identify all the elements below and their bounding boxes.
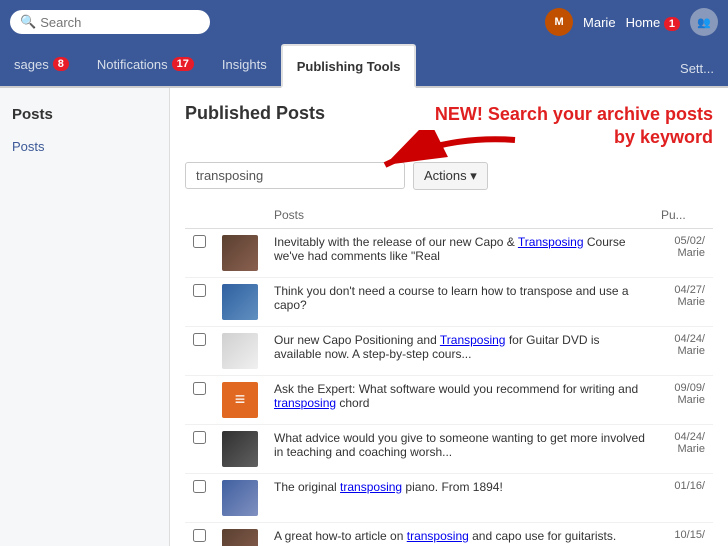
table-row: Think you don't need a course to learn h… <box>185 277 713 326</box>
post-checkbox[interactable] <box>193 284 206 297</box>
post-thumbnail: ≡ <box>222 382 258 418</box>
post-author: Marie <box>661 345 705 357</box>
post-text-cell: A great how-to article on transposing an… <box>266 522 653 546</box>
post-date: 04/27/ <box>661 284 705 296</box>
home-badge: 1 <box>664 17 680 31</box>
post-thumbnail <box>222 480 258 516</box>
post-date-cell: 05/02/Marie <box>653 228 713 277</box>
col-posts: Posts <box>266 202 653 229</box>
post-text-cell: Our new Capo Positioning and Transposing… <box>266 326 653 375</box>
post-date-cell: 04/24/Marie <box>653 326 713 375</box>
home-link[interactable]: Home 1 <box>626 15 680 30</box>
tab-publishing-tools[interactable]: Publishing Tools <box>281 44 417 88</box>
post-date: 04/24/ <box>661 333 705 345</box>
post-checkbox[interactable] <box>193 529 206 542</box>
tab-insights[interactable]: Insights <box>208 42 281 86</box>
post-date-cell: 10/15/ <box>653 522 713 546</box>
post-text-cell: The original transposing piano. From 189… <box>266 473 653 522</box>
post-date-cell: 09/09/Marie <box>653 375 713 424</box>
table-row: What advice would you give to someone wa… <box>185 424 713 473</box>
post-author: Marie <box>661 247 705 259</box>
post-date: 01/16/ <box>661 480 705 492</box>
main-layout: Posts Posts Published Posts NEW! Search … <box>0 88 728 546</box>
col-published: Pu... <box>653 202 713 229</box>
post-link[interactable]: transposing <box>274 396 336 410</box>
tab-messages[interactable]: sages 8 <box>0 42 83 86</box>
tab-notifications[interactable]: Notifications 17 <box>83 42 208 86</box>
table-row: A great how-to article on transposing an… <box>185 522 713 546</box>
published-posts-title: Published Posts <box>185 103 325 124</box>
post-checkbox[interactable] <box>193 480 206 493</box>
notifications-badge: 17 <box>172 57 194 71</box>
post-date-cell: 04/27/Marie <box>653 277 713 326</box>
post-thumbnail <box>222 529 258 546</box>
post-author: Marie <box>661 443 705 455</box>
post-date: 10/15/ <box>661 529 705 541</box>
table-row: The original transposing piano. From 189… <box>185 473 713 522</box>
search-input[interactable] <box>40 15 200 30</box>
post-checkbox[interactable] <box>193 382 206 395</box>
search-icon: 🔍 <box>20 14 36 30</box>
actions-button[interactable]: Actions ▾ <box>413 162 488 190</box>
table-row: ≡Ask the Expert: What software would you… <box>185 375 713 424</box>
sidebar-item-posts[interactable]: Posts <box>0 131 169 162</box>
post-text-cell: Inevitably with the release of our new C… <box>266 228 653 277</box>
sidebar: Posts Posts <box>0 88 170 546</box>
friend-requests-icon[interactable]: 👥 <box>690 8 718 36</box>
post-author: Marie <box>661 394 705 406</box>
post-checkbox[interactable] <box>193 235 206 248</box>
search-row: Actions ▾ <box>185 162 713 190</box>
post-text-cell: Ask the Expert: What software would you … <box>266 375 653 424</box>
keyword-search-input[interactable] <box>185 162 405 189</box>
content-area: Published Posts NEW! Search your archive… <box>170 88 728 546</box>
search-bar[interactable]: 🔍 <box>10 10 210 34</box>
table-row: Our new Capo Positioning and Transposing… <box>185 326 713 375</box>
messages-badge: 8 <box>53 57 69 71</box>
post-text-cell: What advice would you give to someone wa… <box>266 424 653 473</box>
nav-tabs: sages 8 Notifications 17 Insights Publis… <box>0 44 728 88</box>
post-checkbox[interactable] <box>193 431 206 444</box>
post-thumbnail <box>222 333 258 369</box>
posts-table: Posts Pu... Inevitably with the release … <box>185 202 713 546</box>
post-date: 09/09/ <box>661 382 705 394</box>
post-date: 05/02/ <box>661 235 705 247</box>
post-date-cell: 01/16/ <box>653 473 713 522</box>
post-author: Marie <box>661 296 705 308</box>
tab-settings[interactable]: Sett... <box>666 51 728 86</box>
table-row: Inevitably with the release of our new C… <box>185 228 713 277</box>
content-header: Published Posts NEW! Search your archive… <box>185 103 713 150</box>
post-link[interactable]: Transposing <box>440 333 506 347</box>
new-feature-callout: NEW! Search your archive posts by keywor… <box>433 103 713 150</box>
top-bar-right: M Marie Home 1 👥 <box>545 8 718 36</box>
username: Marie <box>583 15 616 30</box>
top-bar: 🔍 M Marie Home 1 👥 <box>0 0 728 44</box>
post-date-cell: 04/24/Marie <box>653 424 713 473</box>
post-thumbnail <box>222 431 258 467</box>
post-thumbnail <box>222 235 258 271</box>
post-link[interactable]: Transposing <box>518 235 584 249</box>
post-text-cell: Think you don't need a course to learn h… <box>266 277 653 326</box>
sidebar-title: Posts <box>0 98 169 131</box>
post-date: 04/24/ <box>661 431 705 443</box>
post-link[interactable]: transposing <box>340 480 402 494</box>
post-link[interactable]: transposing <box>407 529 469 543</box>
post-thumbnail <box>222 284 258 320</box>
post-checkbox[interactable] <box>193 333 206 346</box>
avatar: M <box>545 8 573 36</box>
